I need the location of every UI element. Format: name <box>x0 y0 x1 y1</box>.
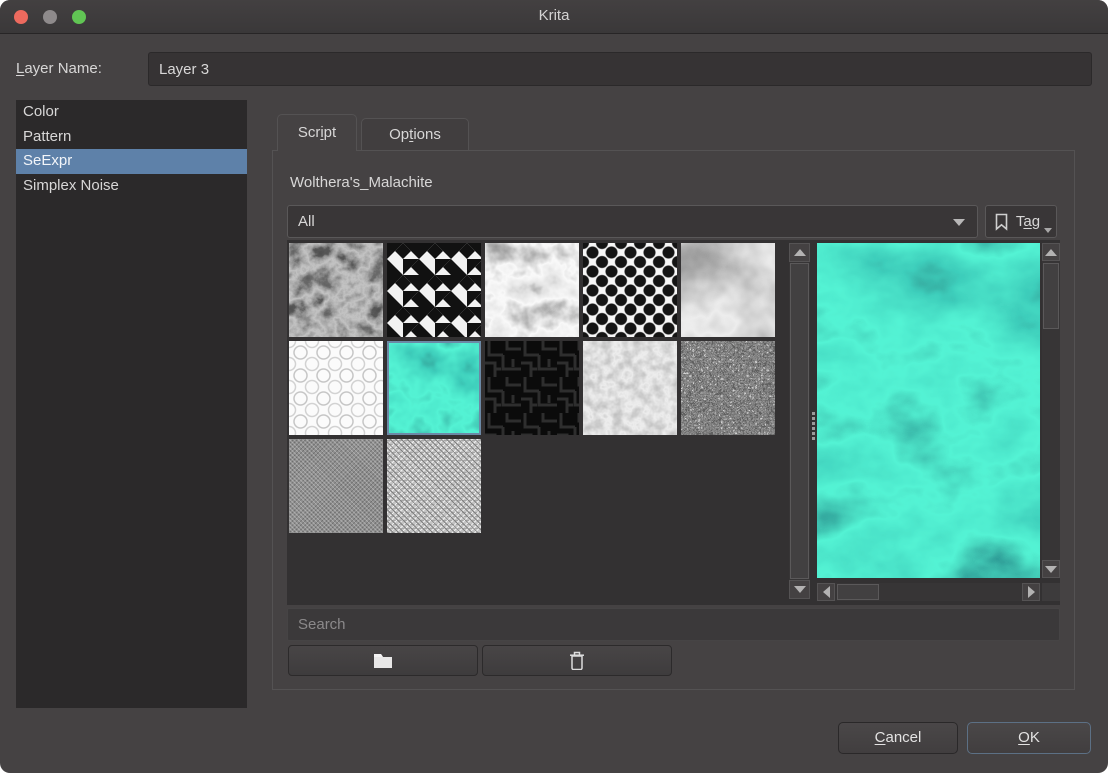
title-bar: Krita <box>0 0 1108 34</box>
scroll-right-button[interactable] <box>1022 583 1040 601</box>
selected-resource-name: Wolthera's_Malachite <box>290 174 433 191</box>
arrow-down-icon <box>794 586 806 593</box>
splitter-handle[interactable] <box>810 398 816 454</box>
layer-name-label: Layer Name: <box>16 60 102 77</box>
pattern-thumbnail-concrete[interactable] <box>583 341 677 435</box>
new-layer-dialog: Krita Layer Name: ColorPatternSeExprSimp… <box>0 0 1108 773</box>
tag-button[interactable]: Tag <box>985 205 1057 238</box>
pattern-thumbnail-light-weave[interactable] <box>387 439 481 533</box>
resource-preview <box>817 243 1040 578</box>
pattern-thumbnail-white-rings[interactable] <box>289 341 383 435</box>
pattern-resource-viewer <box>287 240 1060 605</box>
chevron-down-icon <box>953 219 965 226</box>
pattern-thumbnail-bw-triangles[interactable] <box>387 243 481 337</box>
search-input[interactable] <box>287 608 1060 641</box>
tag-filter-value: All <box>298 213 315 230</box>
trash-icon <box>569 651 585 670</box>
pattern-thumbnail-malachite[interactable] <box>387 341 481 435</box>
pattern-thumbnail-speckle[interactable] <box>681 341 775 435</box>
pattern-thumbnail-halftone-dots[interactable] <box>583 243 677 337</box>
list-item-seexpr[interactable]: SeExpr <box>16 149 247 174</box>
pattern-thumbnail-light-mottle[interactable] <box>485 243 579 337</box>
scroll-down-button[interactable] <box>1042 560 1060 578</box>
scroll-up-button[interactable] <box>789 243 810 262</box>
arrow-right-icon <box>1028 586 1035 598</box>
layer-name-input[interactable] <box>148 52 1092 86</box>
scrollbar-corner <box>1042 583 1060 601</box>
pattern-thumbnail-smoke[interactable] <box>681 243 775 337</box>
list-item-simplex-noise[interactable]: Simplex Noise <box>16 174 247 199</box>
grid-vertical-scrollbar[interactable] <box>789 243 810 599</box>
arrow-down-icon <box>1045 566 1057 573</box>
preview-vertical-scrollbar[interactable] <box>1042 243 1060 578</box>
arrow-left-icon <box>823 586 830 598</box>
delete-resource-button[interactable] <box>482 645 672 676</box>
tab-options[interactable]: Options <box>361 118 469 151</box>
preview-vscrollbar-thumb[interactable] <box>1043 263 1059 329</box>
preview-horizontal-scrollbar[interactable] <box>817 583 1040 601</box>
arrow-up-icon <box>1045 249 1057 256</box>
scroll-up-button[interactable] <box>1042 243 1060 261</box>
tab-script[interactable]: Script <box>277 114 357 151</box>
cancel-button[interactable]: Cancel <box>838 722 958 754</box>
pattern-thumbnail-dark-maze[interactable] <box>485 341 579 435</box>
tag-filter-combobox[interactable]: All <box>287 205 978 238</box>
window-title: Krita <box>0 7 1108 24</box>
scroll-left-button[interactable] <box>817 583 835 601</box>
chevron-down-icon <box>1044 228 1052 233</box>
arrow-up-icon <box>794 249 806 256</box>
folder-icon <box>372 652 394 670</box>
scroll-down-button[interactable] <box>789 580 810 599</box>
preview-hscrollbar-thumb[interactable] <box>837 584 879 600</box>
import-resource-button[interactable] <box>288 645 478 676</box>
list-item-color[interactable]: Color <box>16 100 247 125</box>
grid-scrollbar-thumb[interactable] <box>790 263 809 579</box>
ok-button[interactable]: OK <box>967 722 1091 754</box>
bookmark-icon <box>995 213 1008 231</box>
list-item-pattern[interactable]: Pattern <box>16 125 247 150</box>
generator-type-list[interactable]: ColorPatternSeExprSimplex Noise <box>16 100 247 708</box>
pattern-thumbnail-gray-canvas[interactable] <box>289 439 383 533</box>
tag-button-label: Tag <box>1016 213 1040 230</box>
pattern-thumbnail-dark-marble[interactable] <box>289 243 383 337</box>
